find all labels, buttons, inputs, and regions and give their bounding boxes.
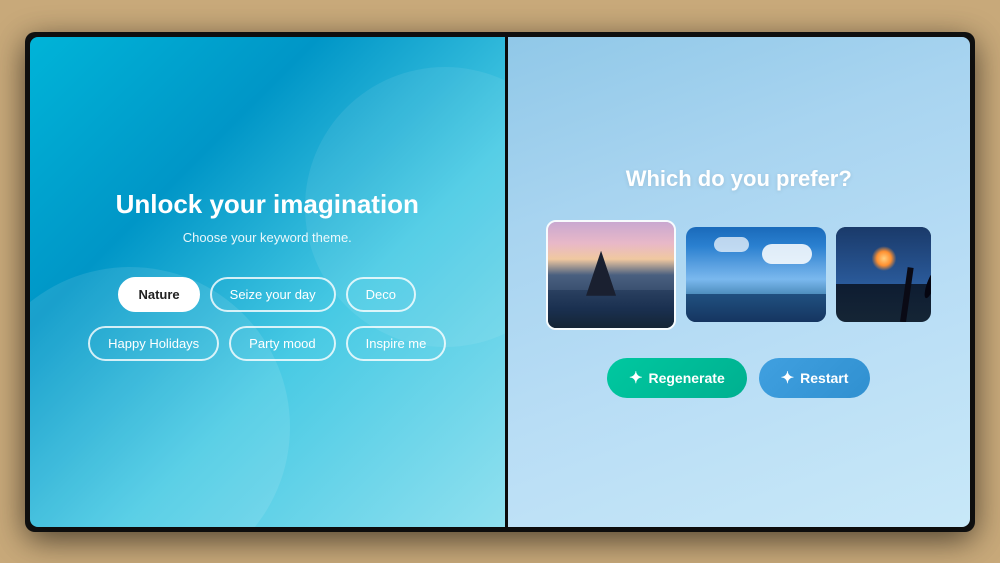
subtitle: Choose your keyword theme. <box>183 230 352 245</box>
keyword-party[interactable]: Party mood <box>229 326 335 361</box>
tv-screen: Unlock your imagination Choose your keyw… <box>30 37 970 527</box>
preference-title: Which do you prefer? <box>626 166 852 192</box>
wall: Unlock your imagination Choose your keyw… <box>0 0 1000 563</box>
image-rocky-beach[interactable] <box>546 220 676 330</box>
image-blue-beach[interactable] <box>686 227 826 322</box>
keywords-row-2: Happy Holidays Party mood Inspire me <box>88 326 446 361</box>
keywords-row-1: Nature Seize your day Deco <box>118 277 416 312</box>
restart-icon: ✦ <box>781 368 794 388</box>
regenerate-button[interactable]: ✦ Regenerate <box>607 358 747 398</box>
main-title: Unlock your imagination <box>116 189 419 220</box>
right-panel: Which do you prefer? <box>508 37 971 527</box>
left-panel: Unlock your imagination Choose your keyw… <box>30 37 505 527</box>
keyword-holidays[interactable]: Happy Holidays <box>88 326 219 361</box>
regenerate-icon: ✦ <box>629 368 642 388</box>
regenerate-label: Regenerate <box>648 370 724 386</box>
keyword-nature[interactable]: Nature <box>118 277 199 312</box>
action-buttons: ✦ Regenerate ✦ Restart <box>607 358 870 398</box>
restart-label: Restart <box>800 370 848 386</box>
tv-frame: Unlock your imagination Choose your keyw… <box>25 32 975 532</box>
keyword-seize[interactable]: Seize your day <box>210 277 336 312</box>
keyword-deco[interactable]: Deco <box>346 277 416 312</box>
restart-button[interactable]: ✦ Restart <box>759 358 871 398</box>
keyword-inspire[interactable]: Inspire me <box>346 326 447 361</box>
image-palms[interactable] <box>836 227 931 322</box>
image-options <box>546 220 931 330</box>
